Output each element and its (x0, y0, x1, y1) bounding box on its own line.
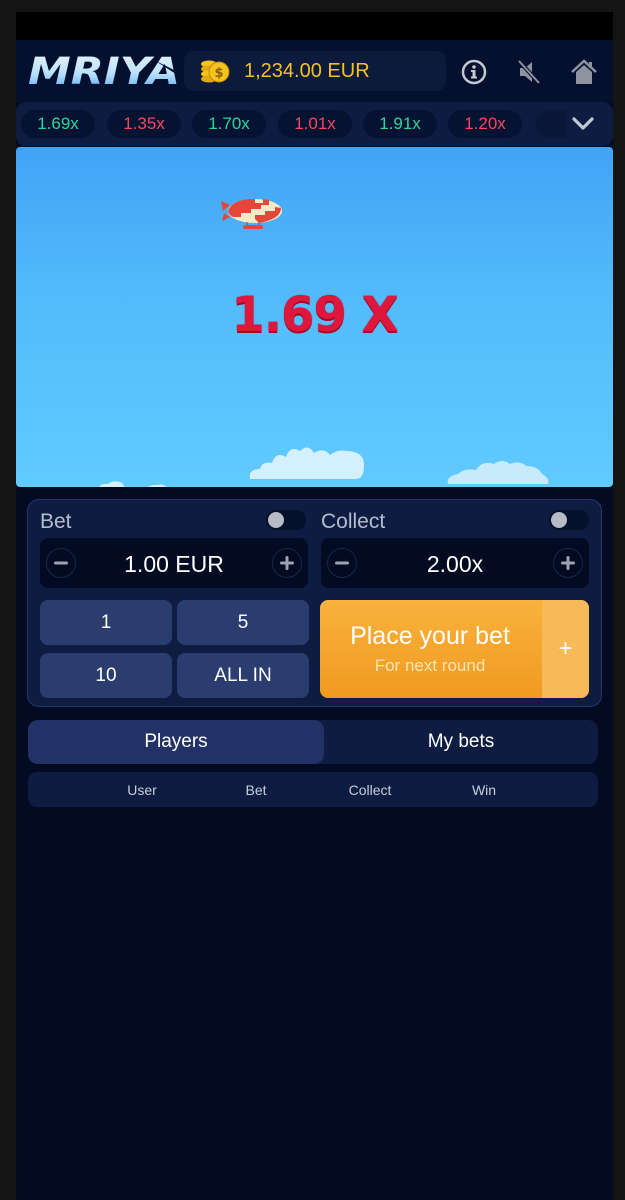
place-bet-title: Place your bet (350, 622, 510, 650)
place-bet-button[interactable]: Place your bet For next round + (320, 600, 589, 698)
players-table-header: User Bet Collect Win (28, 772, 598, 807)
history-chip[interactable]: 1.20x (448, 110, 522, 138)
add-bet-button[interactable]: + (542, 600, 589, 698)
game-canvas: 1.69 X (16, 147, 613, 487)
column-user: User (127, 782, 157, 798)
tab-my-bets[interactable]: My bets (324, 720, 598, 764)
blimp-icon (221, 199, 282, 229)
history-chip[interactable]: 1.70x (192, 110, 266, 138)
quick-bet-5-button[interactable]: 5 (177, 600, 309, 645)
column-bet: Bet (245, 782, 267, 798)
history-value: 1.35x (123, 114, 165, 133)
history-value: 1.01x (294, 114, 336, 133)
mriya-logo: MRIYA (28, 52, 182, 90)
balance-amount: 1,234.00 EUR (244, 59, 370, 82)
multiplier-history-bar: 1.69x 1.35x 1.70x 1.01x 1.91x 1.20x (16, 102, 613, 146)
info-icon[interactable] (459, 57, 489, 87)
history-value: 1.91x (379, 114, 421, 133)
tab-players[interactable]: Players (28, 720, 324, 764)
bet-increase-button[interactable] (272, 548, 302, 578)
sound-muted-icon[interactable] (514, 57, 544, 87)
history-chip[interactable]: 1.91x (363, 110, 437, 138)
history-chip[interactable]: 1.01x (278, 110, 352, 138)
all-in-button[interactable]: ALL IN (177, 653, 309, 698)
cloud-shape (249, 447, 364, 479)
collect-label: Collect (321, 510, 386, 533)
bet-amount-stepper[interactable]: 1.00 EUR (40, 538, 308, 588)
cloud-shape (447, 461, 549, 484)
history-chip[interactable]: 1.69x (21, 110, 95, 138)
app-frame: MRIYA $ 1,234.00 EUR 1.69x 1.35x 1.70x 1… (16, 12, 613, 1200)
balance-display: $ 1,234.00 EUR (184, 51, 446, 91)
place-bet-subtitle: For next round (374, 656, 486, 675)
current-multiplier: 1.69 X (231, 287, 398, 343)
quick-bet-1-button[interactable]: 1 (40, 600, 172, 645)
history-value: 1.70x (208, 114, 250, 133)
collect-multiplier-stepper[interactable]: 2.00x (321, 538, 589, 588)
collect-increase-button[interactable] (553, 548, 583, 578)
history-chip[interactable]: 1.35x (107, 110, 181, 138)
svg-text:MRIYA: MRIYA (28, 52, 180, 90)
bet-label: Bet (40, 510, 72, 533)
chevron-down-icon[interactable] (571, 114, 595, 134)
auto-collect-toggle[interactable] (549, 510, 589, 530)
plus-icon (561, 556, 575, 570)
plus-icon (280, 556, 294, 570)
header: MRIYA $ 1,234.00 EUR (16, 40, 613, 102)
bet-amount-value: 1.00 EUR (124, 551, 224, 577)
cloud-shape (99, 481, 167, 487)
history-value: 1.20x (464, 114, 506, 133)
bets-tabs: Players My bets (28, 720, 598, 764)
status-bar (16, 12, 613, 40)
column-win: Win (471, 782, 497, 798)
coins-icon: $ (201, 60, 230, 83)
history-chip-partial (536, 110, 566, 138)
history-value: 1.69x (37, 114, 79, 133)
home-icon[interactable] (569, 57, 599, 87)
collect-multiplier-value: 2.00x (426, 551, 484, 577)
auto-bet-toggle[interactable] (266, 510, 306, 530)
quick-bet-10-button[interactable]: 10 (40, 653, 172, 698)
bet-panel: Bet 1.00 EUR 1 5 10 ALL IN Collect 2.00x (27, 499, 602, 707)
svg-text:$: $ (214, 66, 223, 81)
column-collect: Collect (348, 782, 392, 798)
